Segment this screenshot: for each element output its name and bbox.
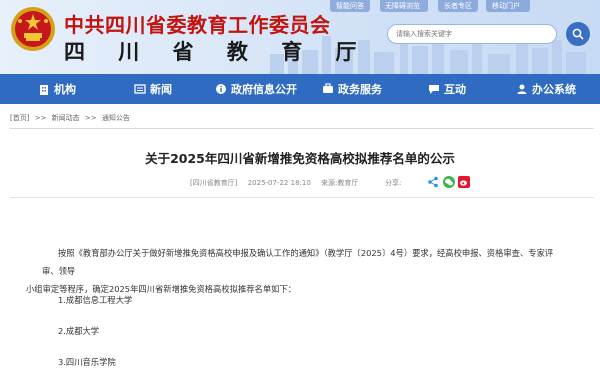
nav-label: 政府信息公开	[231, 83, 297, 96]
breadcrumb-divider	[10, 128, 594, 129]
wechat-icon[interactable]	[443, 176, 455, 188]
nav-label: 政务服务	[338, 83, 382, 96]
search-input[interactable]	[387, 24, 557, 44]
article-date: 2025-07-22 18:10	[247, 179, 311, 187]
nav-item-news[interactable]: 新闻	[134, 74, 172, 104]
nav-label: 新闻	[150, 83, 172, 96]
breadcrumb: [首页] >> 新闻动态 >> 通知公告	[10, 113, 594, 125]
breadcrumb-separator: >>	[84, 114, 97, 122]
main-nav: 机构 新闻 政府信息公开 政务服务 互动 办公系统	[0, 74, 600, 104]
list-item: 3.四川音乐学院	[58, 357, 116, 367]
building-icon	[40, 85, 48, 95]
nav-label: 办公系统	[532, 83, 576, 96]
site-title: 中共四川省委教育工作委员会	[64, 13, 331, 37]
breadcrumb-notices[interactable]: 通知公告	[102, 114, 130, 122]
chat-icon	[429, 85, 439, 94]
top-links-bar: 智能问答 无障碍浏览 长者专区 移动门户	[0, 0, 600, 13]
nav-label: 机构	[54, 83, 76, 96]
toplink-elder-zone[interactable]: 长者专区	[444, 1, 472, 11]
article-paragraph: 按照《教育部办公厅关于做好新增推免资格高校申报及确认工作的通知》（教学厅〔202…	[26, 244, 562, 298]
article-paragraph-line: 按照《教育部办公厅关于做好新增推免资格高校申报及确认工作的通知》（教学厅〔202…	[42, 248, 554, 276]
share-icon[interactable]	[427, 176, 439, 188]
list-item: 2.成都大学	[58, 326, 100, 336]
article-origin: 来源:教育厅	[321, 179, 359, 187]
nav-item-interaction[interactable]: 互动	[428, 74, 466, 104]
toplink-accessibility[interactable]: 无障碍浏览	[385, 1, 420, 11]
weibo-icon[interactable]	[458, 176, 470, 188]
nav-item-gov-info[interactable]: 政府信息公开	[215, 74, 297, 104]
office-icon	[517, 84, 527, 94]
article-meta-divider	[10, 197, 594, 198]
service-icon	[323, 83, 333, 93]
info-icon	[216, 84, 226, 94]
news-icon	[134, 84, 146, 94]
nav-item-institution[interactable]: 机构	[38, 74, 76, 104]
list-item: 1.成都信息工程大学	[58, 295, 133, 305]
nav-item-gov-service[interactable]: 政务服务	[322, 74, 382, 104]
article-source-tag: [四川省教育厅]	[190, 179, 238, 187]
nav-item-office-system[interactable]: 办公系统	[516, 74, 576, 104]
site-header: 中共四川省委教育工作委员会 四 川 省 教 育 厅 智能问答 无障碍浏览 长者专…	[0, 0, 600, 74]
search-button[interactable]	[566, 22, 590, 46]
share-label: 分享:	[385, 179, 402, 187]
breadcrumb-separator: >>	[34, 114, 47, 122]
article-meta: [四川省教育厅] 2025-07-22 18:10 来源:教育厅	[190, 178, 366, 188]
breadcrumb-news[interactable]: 新闻动态	[52, 114, 80, 122]
toplink-smart-qa[interactable]: 智能问答	[336, 1, 364, 11]
toplink-mobile-portal[interactable]: 移动门户	[492, 1, 520, 11]
article-title: 关于2025年四川省新增推免资格高校拟推荐名单的公示	[145, 151, 455, 166]
site-subtitle: 四 川 省 教 育 厅	[64, 40, 370, 64]
nav-label: 互动	[444, 83, 466, 96]
breadcrumb-home[interactable]: [首页]	[10, 114, 29, 122]
search-icon	[572, 28, 584, 40]
